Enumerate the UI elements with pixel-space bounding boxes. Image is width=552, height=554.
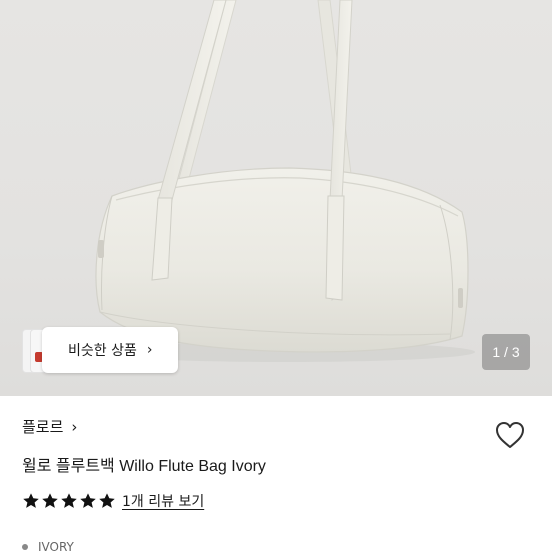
color-swatch — [22, 544, 28, 550]
similar-products[interactable]: 비슷한 상품 › — [22, 327, 178, 373]
product-title: 윌로 플루트백 Willo Flute Bag Ivory — [22, 458, 266, 475]
similar-products-label: 비슷한 상품 — [68, 343, 137, 359]
star-icon — [42, 493, 58, 508]
star-icon — [99, 493, 115, 508]
chevron-right-icon: › — [71, 417, 78, 436]
star-rating — [22, 492, 116, 510]
review-link[interactable]: 1개 리뷰 보기 — [122, 491, 204, 511]
star-icon — [61, 493, 77, 508]
brand-name: 플로르 — [22, 418, 64, 436]
image-counter: 1 / 3 — [482, 334, 530, 370]
product-image-gallery[interactable]: 비슷한 상품 › 1 / 3 — [0, 0, 552, 396]
chevron-right-icon: › — [146, 342, 153, 358]
rating-row: 1개 리뷰 보기 — [22, 490, 204, 512]
star-icon — [23, 493, 39, 508]
product-info: 플로르 › 윌로 플루트백 Willo Flute Bag Ivory 1개 리… — [0, 396, 552, 554]
heart-icon[interactable] — [494, 420, 526, 450]
brand-link[interactable]: 플로르 › — [22, 416, 77, 437]
similar-products-button[interactable]: 비슷한 상품 › — [42, 327, 178, 373]
star-icon — [80, 493, 96, 508]
